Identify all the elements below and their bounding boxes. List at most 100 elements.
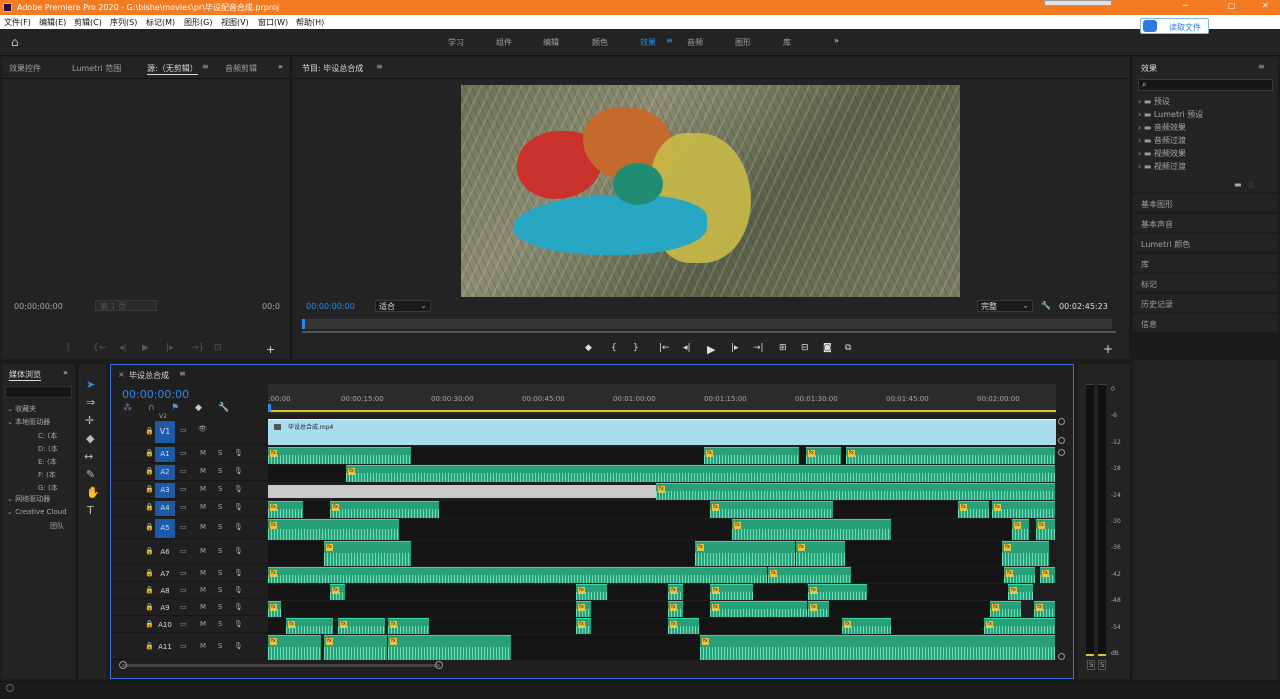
audio-clip[interactable]: fx (710, 601, 807, 617)
quality-dropdown[interactable]: 完整 ⌄ (977, 300, 1033, 312)
lift-icon[interactable]: ⊞ (779, 343, 787, 353)
workspace-color[interactable]: 颜色 (592, 37, 608, 48)
workspace-menu-icon[interactable]: ≡ (666, 36, 673, 45)
slip-icon[interactable]: ↔ (84, 450, 93, 463)
panel-lumetri-color[interactable]: Lumetri 颜色 (1133, 234, 1278, 252)
microphone-icon[interactable]: 🎙 (234, 620, 243, 628)
go-to-in-icon[interactable]: {← (93, 343, 106, 353)
audio-clip[interactable]: fx (846, 447, 1055, 464)
audio-clip[interactable]: fx (806, 447, 841, 464)
go-to-out-icon[interactable]: →} (191, 343, 204, 353)
solo-button[interactable]: S (218, 586, 222, 594)
scroll-handle-right[interactable] (435, 661, 443, 669)
lock-icon[interactable]: 🔒 (145, 503, 154, 511)
mute-button[interactable]: M (200, 642, 206, 650)
microphone-icon[interactable]: 🎙 (234, 449, 243, 457)
playhead-marker[interactable] (268, 404, 271, 412)
audio-clip[interactable]: fx (695, 541, 795, 566)
mute-button[interactable]: M (200, 485, 206, 493)
audio-clip[interactable]: fx (990, 601, 1021, 617)
film-icon[interactable]: ▭ (180, 603, 187, 611)
film-icon[interactable]: ▭ (180, 620, 187, 628)
audio-clip[interactable]: fx (576, 618, 591, 634)
mute-button[interactable]: M (200, 449, 206, 457)
workspace-graphics[interactable]: 图形 (735, 37, 751, 48)
solo-button[interactable]: S (218, 620, 222, 628)
mark-in-icon[interactable]: ⌈ (67, 343, 71, 353)
workspace-editing[interactable]: 编辑 (543, 37, 559, 48)
play-icon[interactable]: ▶ (142, 343, 149, 353)
favorites-item[interactable]: ⌄ 收藏夹 (7, 404, 36, 414)
tree-item[interactable]: › ▬ 视频效果 (1138, 148, 1186, 159)
audio-clip[interactable]: fx (1034, 601, 1055, 617)
minimize-icon[interactable]: ─ (1183, 1, 1188, 10)
audio-clip[interactable]: fx (1040, 567, 1055, 583)
v-scroll-handle[interactable] (1058, 437, 1065, 444)
menu-graphics[interactable]: 图形(G) (184, 17, 212, 28)
tree-item[interactable]: › ▬ Lumetri 预设 (1138, 109, 1203, 120)
play-icon[interactable]: ▶ (707, 343, 715, 356)
lock-icon[interactable]: 🔒 (145, 449, 154, 457)
track-target[interactable]: A4 (155, 501, 175, 516)
solo-left-button[interactable]: S (1087, 660, 1096, 670)
effects-menu-icon[interactable]: ≡ (1258, 62, 1265, 71)
more-tabs-icon[interactable]: » (63, 368, 68, 377)
media-search[interactable] (5, 386, 72, 398)
add-button-icon[interactable]: + (266, 343, 275, 356)
track-target[interactable]: A1 (155, 447, 175, 462)
audio-clip[interactable]: fx (842, 618, 891, 634)
tree-item[interactable]: › ▬ 视频过渡 (1138, 161, 1186, 172)
panel-markers[interactable]: 标记 (1133, 274, 1278, 292)
lock-icon[interactable]: 🔒 (145, 485, 154, 493)
track-target[interactable]: A8 (155, 584, 175, 598)
creative-cloud-item[interactable]: ⌄ Creative Cloud (7, 508, 67, 516)
track-target[interactable]: A5 (155, 519, 175, 538)
workspace-libraries[interactable]: 库 (783, 37, 791, 48)
menu-edit[interactable]: 编辑(E) (39, 17, 66, 28)
ripple-icon[interactable]: ✛ (85, 414, 94, 427)
solo-button[interactable]: S (218, 467, 222, 475)
workspace-effects[interactable]: 效果 (640, 37, 656, 48)
audio-clip[interactable]: fx (668, 601, 683, 617)
solo-button[interactable]: S (218, 523, 222, 531)
audio-clip[interactable]: fx (992, 501, 1055, 518)
media-browser-tab[interactable]: 媒体浏览 (9, 369, 41, 381)
microphone-icon[interactable]: 🎙 (234, 523, 243, 531)
audio-clip[interactable]: fx (268, 567, 767, 583)
source-page[interactable]: 第 1 页 (95, 300, 157, 311)
microphone-icon[interactable]: 🎙 (234, 586, 243, 594)
timeline-ruler[interactable]: :00:00 00:00:15:00 00:00:30:00 00:00:45:… (268, 384, 1056, 414)
fit-dropdown[interactable]: 适合 ⌄ (375, 300, 431, 312)
add-marker-icon[interactable]: ◆ (195, 403, 202, 413)
audio-clip[interactable]: fx (768, 567, 851, 583)
audio-clip[interactable]: fx (656, 483, 1055, 500)
tab-source[interactable]: 源:（无剪辑） (147, 63, 198, 75)
mute-button[interactable]: M (200, 547, 206, 555)
audio-clip[interactable]: fx (1012, 519, 1029, 540)
scroll-handle-left[interactable] (119, 661, 127, 669)
wrench-icon[interactable]: 🔧 (218, 403, 229, 413)
film-icon[interactable]: ▭ (180, 485, 187, 493)
timeline-timecode[interactable]: 00:00:00:00 (122, 388, 189, 401)
track-target[interactable]: A9 (155, 601, 175, 615)
timeline-scrollbar[interactable] (122, 664, 440, 667)
disabled-clip[interactable] (268, 485, 656, 498)
menu-marker[interactable]: 标记(M) (146, 17, 175, 28)
solo-button[interactable]: S (218, 449, 222, 457)
program-timecode[interactable]: 00:00:00:00 (306, 302, 355, 311)
track-target[interactable]: A3 (155, 483, 175, 498)
hand-icon[interactable]: ✋ (86, 486, 100, 499)
home-icon[interactable]: ⌂ (11, 35, 19, 49)
audio-clip[interactable]: fx (808, 601, 829, 617)
mute-button[interactable]: M (200, 586, 206, 594)
close-sequence-icon[interactable]: × (118, 370, 125, 379)
track-target[interactable]: A2 (155, 465, 175, 480)
razor-icon[interactable]: ◆ (86, 432, 94, 445)
film-icon[interactable]: ▭ (180, 586, 187, 594)
menu-file[interactable]: 文件(F) (4, 17, 31, 28)
v-scroll-handle[interactable] (1058, 418, 1065, 425)
audio-clip[interactable]: fx (668, 584, 683, 600)
cloud-sync-button[interactable]: 读取文件 (1140, 18, 1209, 34)
mute-button[interactable]: M (200, 603, 206, 611)
wrench-icon[interactable]: 🔧 (1041, 301, 1051, 310)
